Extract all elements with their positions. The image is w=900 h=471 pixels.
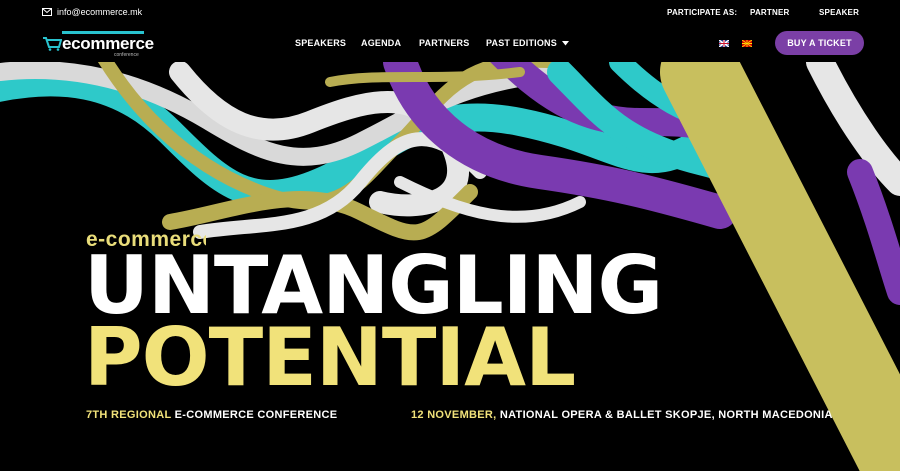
- buy-ticket-button[interactable]: BUY A TICKET: [775, 31, 864, 55]
- venue-text: NATIONAL OPERA & BALLET SKOPJE, NORTH MA…: [499, 409, 833, 421]
- email-link[interactable]: info@ecommerce.mk: [42, 7, 142, 17]
- nav-agenda[interactable]: AGENDA: [361, 38, 401, 48]
- edition-rest: E-COMMERCE CONFERENCE: [174, 409, 338, 421]
- hero-section: e-commerce UNTANGLING POTENTIAL 7TH REGI…: [0, 62, 900, 471]
- edition-info: 7TH REGIONAL E-COMMERCE CONFERENCE: [86, 409, 337, 421]
- email-text: info@ecommerce.mk: [57, 7, 143, 17]
- top-bar: info@ecommerce.mk PARTICIPATE AS: PARTNE…: [0, 0, 900, 24]
- nav-past-editions-label: PAST EDITIONS: [486, 38, 557, 48]
- nav-partners[interactable]: PARTNERS: [419, 38, 469, 48]
- envelope-icon: [42, 8, 52, 16]
- site-logo[interactable]: ecommerce conference: [42, 30, 154, 58]
- cart-icon: [43, 37, 62, 51]
- chevron-down-icon: [561, 40, 569, 45]
- main-navigation: ecommerce conference SPEAKERS AGENDA PAR…: [0, 24, 900, 62]
- participate-label: PARTICIPATE AS:: [667, 8, 738, 17]
- nav-speakers[interactable]: SPEAKERS: [295, 38, 346, 48]
- nav-past-editions[interactable]: PAST EDITIONS: [486, 38, 569, 48]
- speaker-link[interactable]: SPEAKER: [819, 8, 859, 17]
- date-highlight: 12 NOVEMBER,: [411, 409, 497, 421]
- date-venue-info: 12 NOVEMBER, NATIONAL OPERA & BALLET SKO…: [411, 409, 833, 421]
- partner-link[interactable]: PARTNER: [750, 8, 789, 17]
- english-flag-icon[interactable]: [719, 40, 729, 47]
- macedonian-flag-icon[interactable]: [742, 40, 752, 47]
- logo-subtitle: conference: [114, 52, 139, 58]
- headline-line-2: POTENTIAL: [84, 311, 576, 404]
- logo-wordmark: ecommerce: [62, 34, 154, 53]
- edition-highlight: 7TH REGIONAL: [86, 409, 172, 421]
